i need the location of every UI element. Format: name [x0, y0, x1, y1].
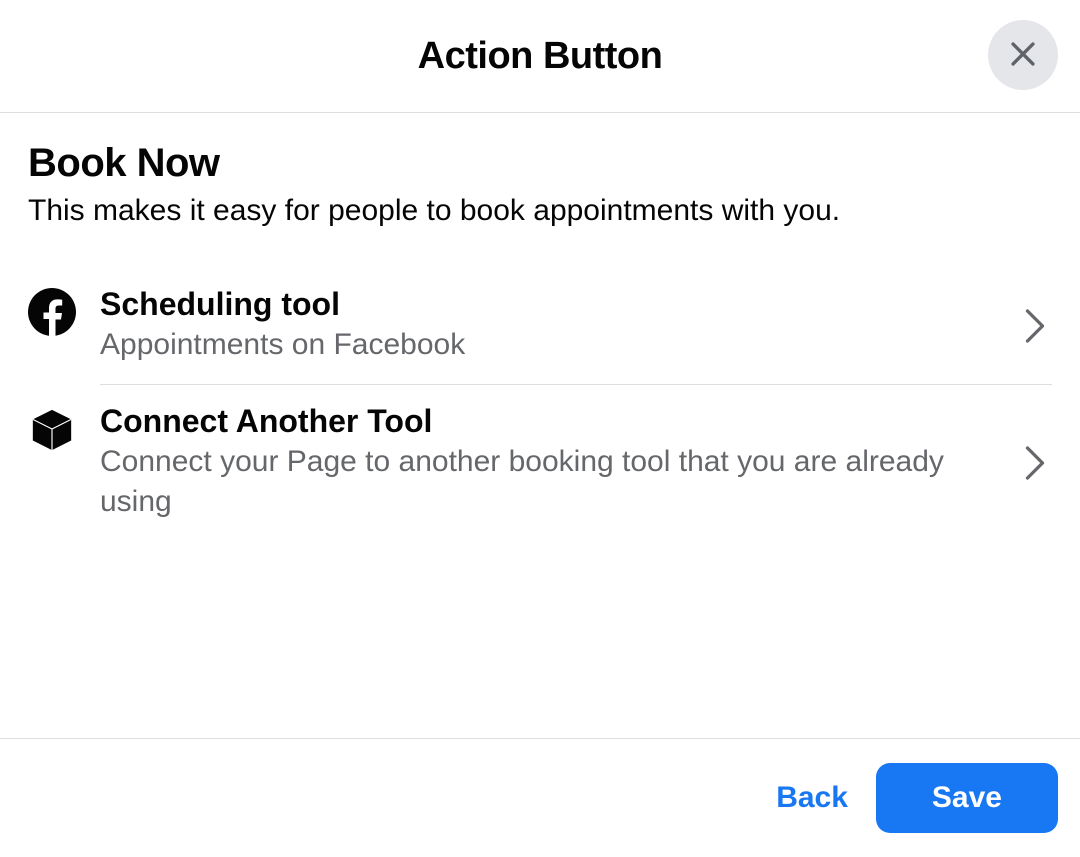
option-desc: Connect your Page to another booking too… — [100, 442, 1006, 523]
chevron-right-icon — [1018, 446, 1052, 480]
dialog-content: Book Now This makes it easy for people t… — [0, 113, 1080, 541]
chevron-right-icon — [1018, 309, 1052, 343]
option-title: Scheduling tool — [100, 286, 1006, 323]
dialog-header: Action Button — [0, 0, 1080, 113]
back-button[interactable]: Back — [776, 781, 848, 815]
option-connect-another-tool[interactable]: Connect Another Tool Connect your Page t… — [28, 385, 1052, 541]
dialog-footer: Back Save — [0, 738, 1080, 857]
close-icon — [1006, 37, 1040, 74]
cube-icon — [28, 405, 76, 453]
close-button[interactable] — [988, 20, 1058, 90]
facebook-icon — [28, 288, 76, 336]
dialog-title: Action Button — [418, 35, 663, 78]
option-text-block: Connect Another Tool Connect your Page t… — [100, 403, 1006, 523]
section-subtitle: This makes it easy for people to book ap… — [28, 194, 1052, 228]
save-button[interactable]: Save — [876, 763, 1058, 833]
section-title: Book Now — [28, 141, 1052, 186]
option-scheduling-tool[interactable]: Scheduling tool Appointments on Facebook — [28, 268, 1052, 384]
option-text-block: Scheduling tool Appointments on Facebook — [100, 286, 1006, 366]
option-desc: Appointments on Facebook — [100, 325, 1006, 366]
option-title: Connect Another Tool — [100, 403, 1006, 440]
